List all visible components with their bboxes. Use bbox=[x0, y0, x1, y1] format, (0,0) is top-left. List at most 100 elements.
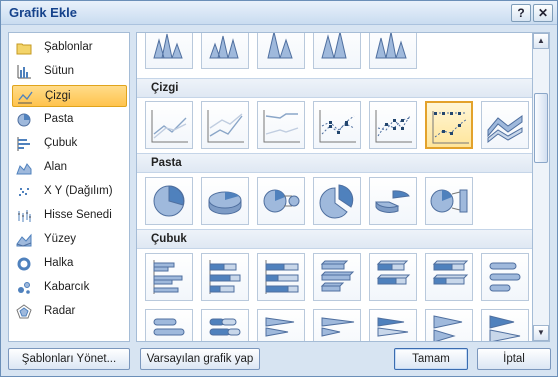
category-label: Alan bbox=[44, 161, 68, 173]
chart-thumb-column-3d-3[interactable] bbox=[257, 33, 305, 69]
category-label: Pasta bbox=[44, 113, 74, 125]
stacked-bar-chart-icon bbox=[209, 260, 241, 294]
chart-thumb-column-3d-5[interactable] bbox=[369, 33, 417, 69]
close-button[interactable]: ✕ bbox=[533, 4, 553, 22]
stacked-100-bar-3d-chart-icon bbox=[432, 260, 469, 285]
column-chart-icon bbox=[17, 65, 31, 79]
line-chart-icon bbox=[18, 91, 33, 104]
chart-thumb-bar-3d-3[interactable] bbox=[425, 253, 473, 301]
line-chart-icon bbox=[207, 110, 244, 143]
section-title: Çubuk bbox=[151, 233, 187, 245]
chart-thumb-line-markers-1[interactable] bbox=[313, 101, 361, 149]
category-label: Çubuk bbox=[44, 137, 78, 149]
chart-thumb-column-3d-4[interactable] bbox=[313, 33, 361, 69]
bar-of-pie-chart-icon bbox=[430, 189, 468, 213]
chart-thumb-line-3d[interactable] bbox=[481, 101, 529, 149]
section-title: Çizgi bbox=[151, 82, 179, 94]
chart-thumb-bar-of-pie[interactable] bbox=[425, 177, 473, 225]
category-label: Sütun bbox=[44, 65, 75, 77]
set-as-default-button[interactable]: Varsayılan grafik yap bbox=[140, 348, 260, 370]
help-button[interactable]: ? bbox=[511, 4, 531, 22]
category-templates[interactable]: Şablonlar bbox=[12, 37, 127, 59]
ok-button[interactable]: Tamam bbox=[394, 348, 468, 370]
chart-thumb-bar-3d-1[interactable] bbox=[313, 253, 361, 301]
pie-of-pie-chart-icon bbox=[263, 189, 300, 213]
category-stock[interactable]: Hisse Senedi bbox=[12, 205, 127, 227]
pie-chart-icon bbox=[153, 185, 185, 217]
pyramid-chart-icon bbox=[375, 33, 407, 59]
chart-thumb-line-1[interactable] bbox=[145, 101, 193, 149]
chart-thumb-bar-3[interactable] bbox=[257, 253, 305, 301]
cone-chart-icon bbox=[267, 33, 293, 59]
gallery-scrollbar[interactable]: ▲ ▼ bbox=[533, 32, 550, 342]
category-label: Hisse Senedi bbox=[44, 209, 112, 221]
clustered-bar-3d-chart-icon bbox=[320, 260, 355, 292]
pie-3d-chart-icon bbox=[208, 191, 242, 215]
category-line[interactable]: Çizgi bbox=[12, 85, 127, 107]
category-bar[interactable]: Çubuk bbox=[12, 133, 127, 155]
chevron-down-icon: ▼ bbox=[537, 328, 545, 337]
cylinder-bar-chart-icon bbox=[153, 318, 185, 336]
chart-thumb-bar-cylinder-1[interactable] bbox=[145, 309, 193, 341]
dialog-title: Grafik Ekle bbox=[9, 5, 77, 20]
cone-bar-chart-icon bbox=[377, 317, 409, 337]
chart-thumb-bar-cone-1[interactable] bbox=[257, 309, 305, 341]
chevron-up-icon: ▲ bbox=[537, 36, 545, 45]
category-label: Kabarcık bbox=[44, 281, 90, 293]
chart-thumb-bar-cylinder-2[interactable] bbox=[201, 309, 249, 341]
exploded-pie-chart-icon bbox=[319, 184, 354, 219]
cone-chart-icon bbox=[153, 33, 183, 59]
category-label: Çizgi bbox=[45, 90, 71, 102]
chart-thumb-line-3[interactable] bbox=[257, 101, 305, 149]
category-radar[interactable]: Radar bbox=[12, 301, 127, 323]
manage-templates-button[interactable]: Şablonları Yönet... bbox=[8, 348, 130, 370]
category-bubble[interactable]: Kabarcık bbox=[12, 277, 127, 299]
chart-thumb-line-markers-3[interactable] bbox=[425, 101, 473, 149]
cylinder-bar-chart-icon bbox=[489, 262, 521, 292]
chart-thumb-line-2[interactable] bbox=[201, 101, 249, 149]
line-chart-icon bbox=[151, 110, 188, 143]
cone-bar-chart-icon bbox=[265, 317, 295, 337]
category-scatter[interactable]: X Y (Dağılım) bbox=[12, 181, 127, 203]
chart-thumb-bar-pyramid-2[interactable] bbox=[481, 309, 529, 341]
chart-thumb-bar-pyramid-1[interactable] bbox=[425, 309, 473, 341]
radar-chart-icon bbox=[16, 304, 32, 319]
scroll-thumb[interactable] bbox=[534, 93, 548, 163]
pie-chart-icon bbox=[17, 113, 31, 127]
category-doughnut[interactable]: Halka bbox=[12, 253, 127, 275]
scroll-up-button[interactable]: ▲ bbox=[533, 33, 549, 49]
scatter-chart-icon bbox=[19, 188, 29, 196]
title-bar: Grafik Ekle ? ✕ bbox=[1, 1, 557, 25]
category-label: Radar bbox=[44, 305, 76, 317]
chart-thumb-column-3d-2[interactable] bbox=[201, 33, 249, 69]
chart-thumb-bar-cone-2[interactable] bbox=[313, 309, 361, 341]
chart-type-gallery: Çizgi Pasta Çubuk bbox=[136, 32, 533, 342]
chart-thumb-column-3d-1[interactable] bbox=[145, 33, 193, 69]
category-column[interactable]: Sütun bbox=[12, 61, 127, 83]
chart-thumb-line-markers-2[interactable] bbox=[369, 101, 417, 149]
category-pie[interactable]: Pasta bbox=[12, 109, 127, 131]
chart-thumb-pie-3d[interactable] bbox=[201, 177, 249, 225]
line-3d-chart-icon bbox=[487, 115, 523, 144]
cone-bar-chart-icon bbox=[321, 317, 355, 337]
line-chart-icon bbox=[263, 110, 300, 143]
close-icon: ✕ bbox=[537, 6, 549, 20]
chart-thumb-bar-3d-2[interactable] bbox=[369, 253, 417, 301]
surface-chart-icon bbox=[16, 233, 32, 247]
scroll-down-button[interactable]: ▼ bbox=[533, 325, 549, 341]
chart-thumb-pie-1[interactable] bbox=[145, 177, 193, 225]
pyramid-chart-icon bbox=[321, 33, 347, 59]
category-surface[interactable]: Yüzey bbox=[12, 229, 127, 251]
chart-thumb-bar-2[interactable] bbox=[201, 253, 249, 301]
category-area[interactable]: Alan bbox=[12, 157, 127, 179]
chart-thumb-pie-exploded[interactable] bbox=[313, 177, 361, 225]
chart-thumb-pie-exploded-3d[interactable] bbox=[369, 177, 417, 225]
chart-thumb-bar-cylinder[interactable] bbox=[481, 253, 529, 301]
chart-thumb-bar-1[interactable] bbox=[145, 253, 193, 301]
chart-thumb-pie-of-pie[interactable] bbox=[257, 177, 305, 225]
stock-chart-icon bbox=[18, 210, 31, 222]
category-label: Şablonlar bbox=[44, 41, 93, 53]
category-label: X Y (Dağılım) bbox=[44, 185, 113, 197]
chart-thumb-bar-cone-3[interactable] bbox=[369, 309, 417, 341]
cancel-button[interactable]: İptal bbox=[477, 348, 551, 370]
